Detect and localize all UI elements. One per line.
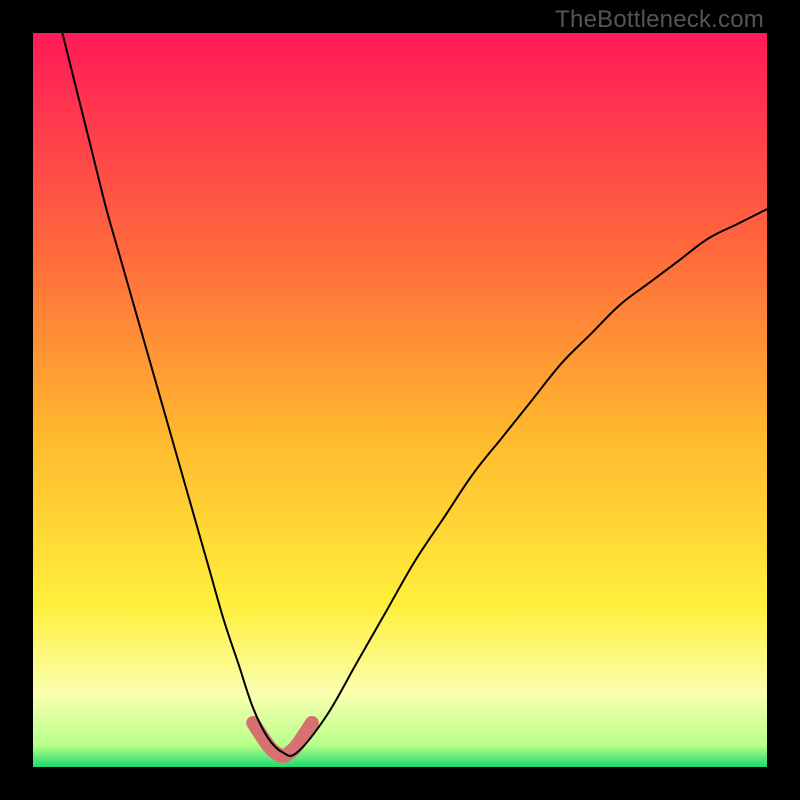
chart-frame: TheBottleneck.com: [0, 0, 800, 800]
bottleneck-chart: [33, 33, 767, 767]
plot-area: [33, 33, 767, 767]
gradient-background: [33, 33, 767, 767]
watermark-text: TheBottleneck.com: [555, 6, 764, 34]
